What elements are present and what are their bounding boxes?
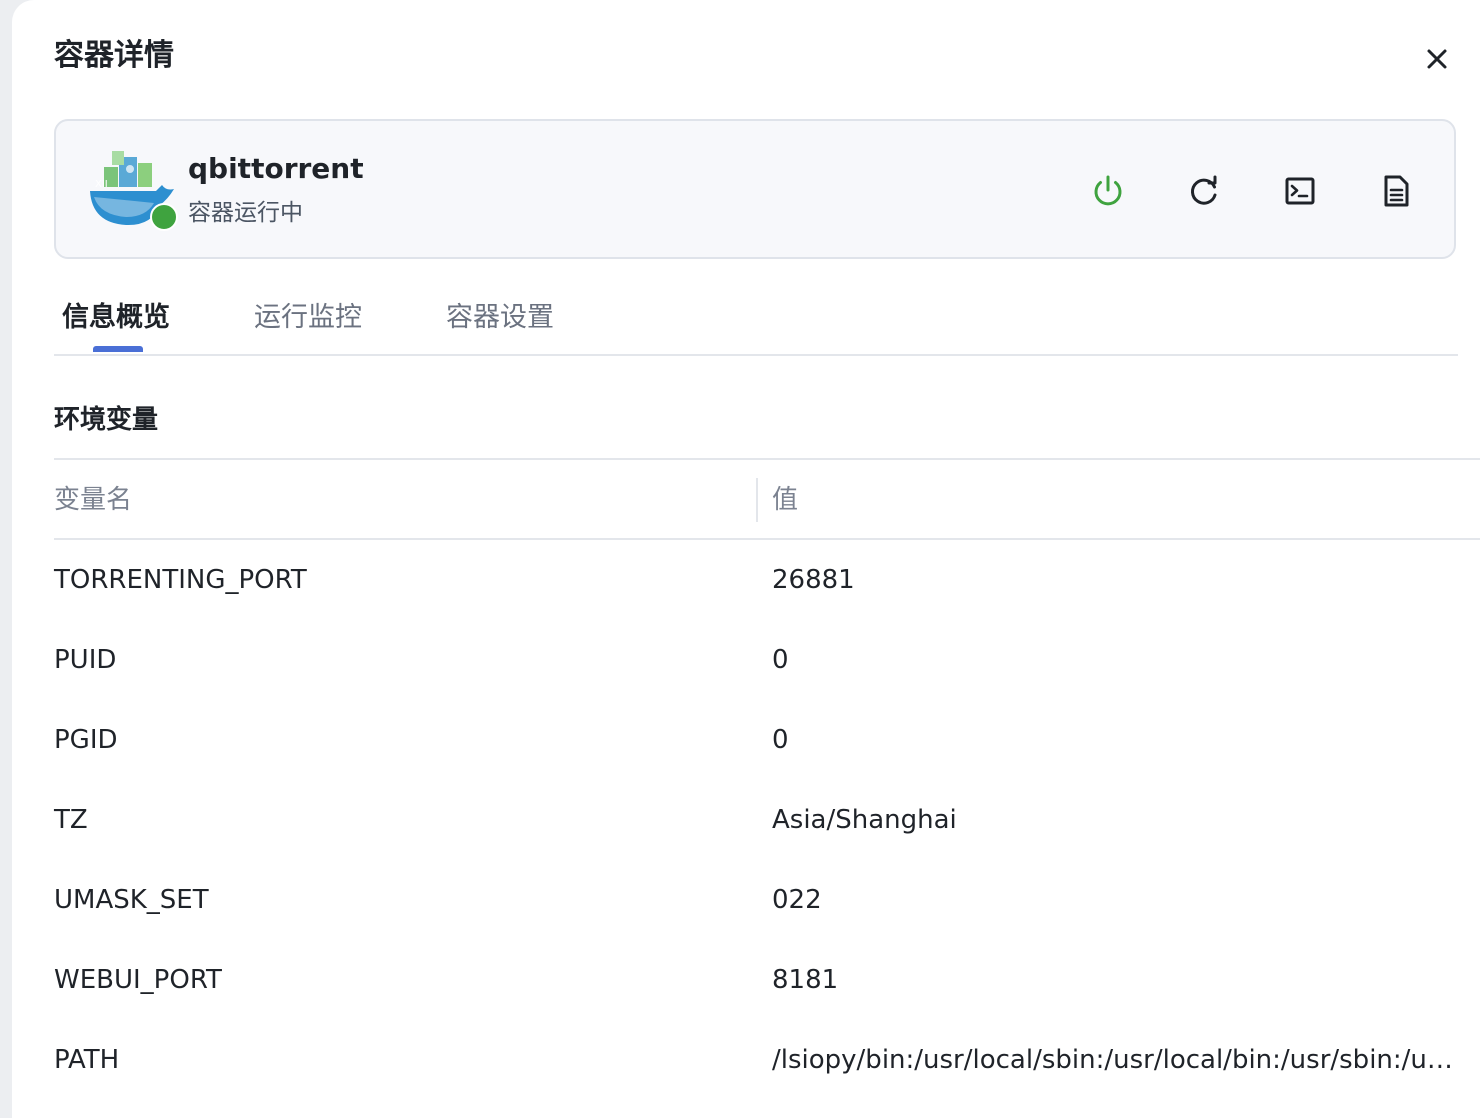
env-value: 0 bbox=[772, 645, 789, 675]
table-row: TZ Asia/Shanghai bbox=[54, 780, 1480, 860]
container-name: qbittorrent bbox=[188, 152, 364, 185]
dialog-title: 容器详情 bbox=[54, 38, 174, 73]
logs-button[interactable] bbox=[1376, 171, 1416, 211]
table-row: UMASK_SET 022 bbox=[54, 860, 1480, 940]
env-value: 0 bbox=[772, 725, 789, 755]
close-icon bbox=[1427, 49, 1447, 69]
env-value: 8181 bbox=[772, 965, 839, 995]
env-name: TZ bbox=[54, 805, 88, 835]
column-header-value: 值 bbox=[772, 485, 799, 515]
env-name: PUID bbox=[54, 645, 117, 675]
table-row: PATH /lsiopy/bin:/usr/local/sbin:/usr/lo… bbox=[54, 1020, 1480, 1100]
env-name: UMASK_SET bbox=[54, 885, 209, 915]
env-section-title: 环境变量 bbox=[54, 405, 159, 435]
env-value: Asia/Shanghai bbox=[772, 805, 957, 835]
table-row: PGID 0 bbox=[54, 700, 1480, 780]
table-row: PUID 0 bbox=[54, 620, 1480, 700]
tab-overview[interactable]: 信息概览 bbox=[62, 298, 170, 338]
power-icon bbox=[1094, 175, 1122, 206]
env-name: TORRENTING_PORT bbox=[54, 565, 307, 595]
tab-settings[interactable]: 容器设置 bbox=[446, 298, 554, 338]
column-header-name: 变量名 bbox=[54, 485, 133, 515]
tab-monitoring[interactable]: 运行监控 bbox=[254, 298, 362, 338]
running-status-dot bbox=[150, 203, 178, 231]
container-status-text: 容器运行中 bbox=[188, 200, 303, 226]
restart-icon bbox=[1191, 175, 1217, 205]
env-value: 022 bbox=[772, 885, 822, 915]
table-header: 变量名 值 bbox=[54, 458, 1480, 540]
env-name: WEBUI_PORT bbox=[54, 965, 222, 995]
log-document-icon bbox=[1384, 175, 1409, 207]
env-value: /lsiopy/bin:/usr/local/sbin:/usr/local/b… bbox=[772, 1045, 1466, 1075]
table-row: WEBUI_PORT 8181 bbox=[54, 940, 1480, 1020]
active-tab-indicator bbox=[93, 346, 143, 352]
power-button[interactable] bbox=[1088, 171, 1128, 211]
table-row: TORRENTING_PORT 26881 bbox=[54, 540, 1480, 620]
restart-button[interactable] bbox=[1184, 171, 1224, 211]
column-divider[interactable] bbox=[756, 478, 758, 522]
container-summary-card: XII qbittorrent 容器运行中 bbox=[54, 119, 1456, 259]
env-name: PATH bbox=[54, 1045, 120, 1075]
close-button[interactable] bbox=[1420, 42, 1454, 76]
env-value: 26881 bbox=[772, 565, 855, 595]
terminal-icon bbox=[1285, 177, 1315, 205]
env-variables-table: 变量名 值 TORRENTING_PORT 26881 PUID 0 PGID … bbox=[54, 458, 1480, 1100]
terminal-button[interactable] bbox=[1280, 171, 1320, 211]
detail-tabs: 信息概览 运行监控 容器设置 bbox=[54, 290, 1458, 356]
svg-text:XII: XII bbox=[95, 179, 108, 190]
env-name: PGID bbox=[54, 725, 118, 755]
container-details-dialog: 容器详情 XII qbittorrent 容器运行中 信息概览 运行监控 容器设… bbox=[12, 0, 1480, 1118]
